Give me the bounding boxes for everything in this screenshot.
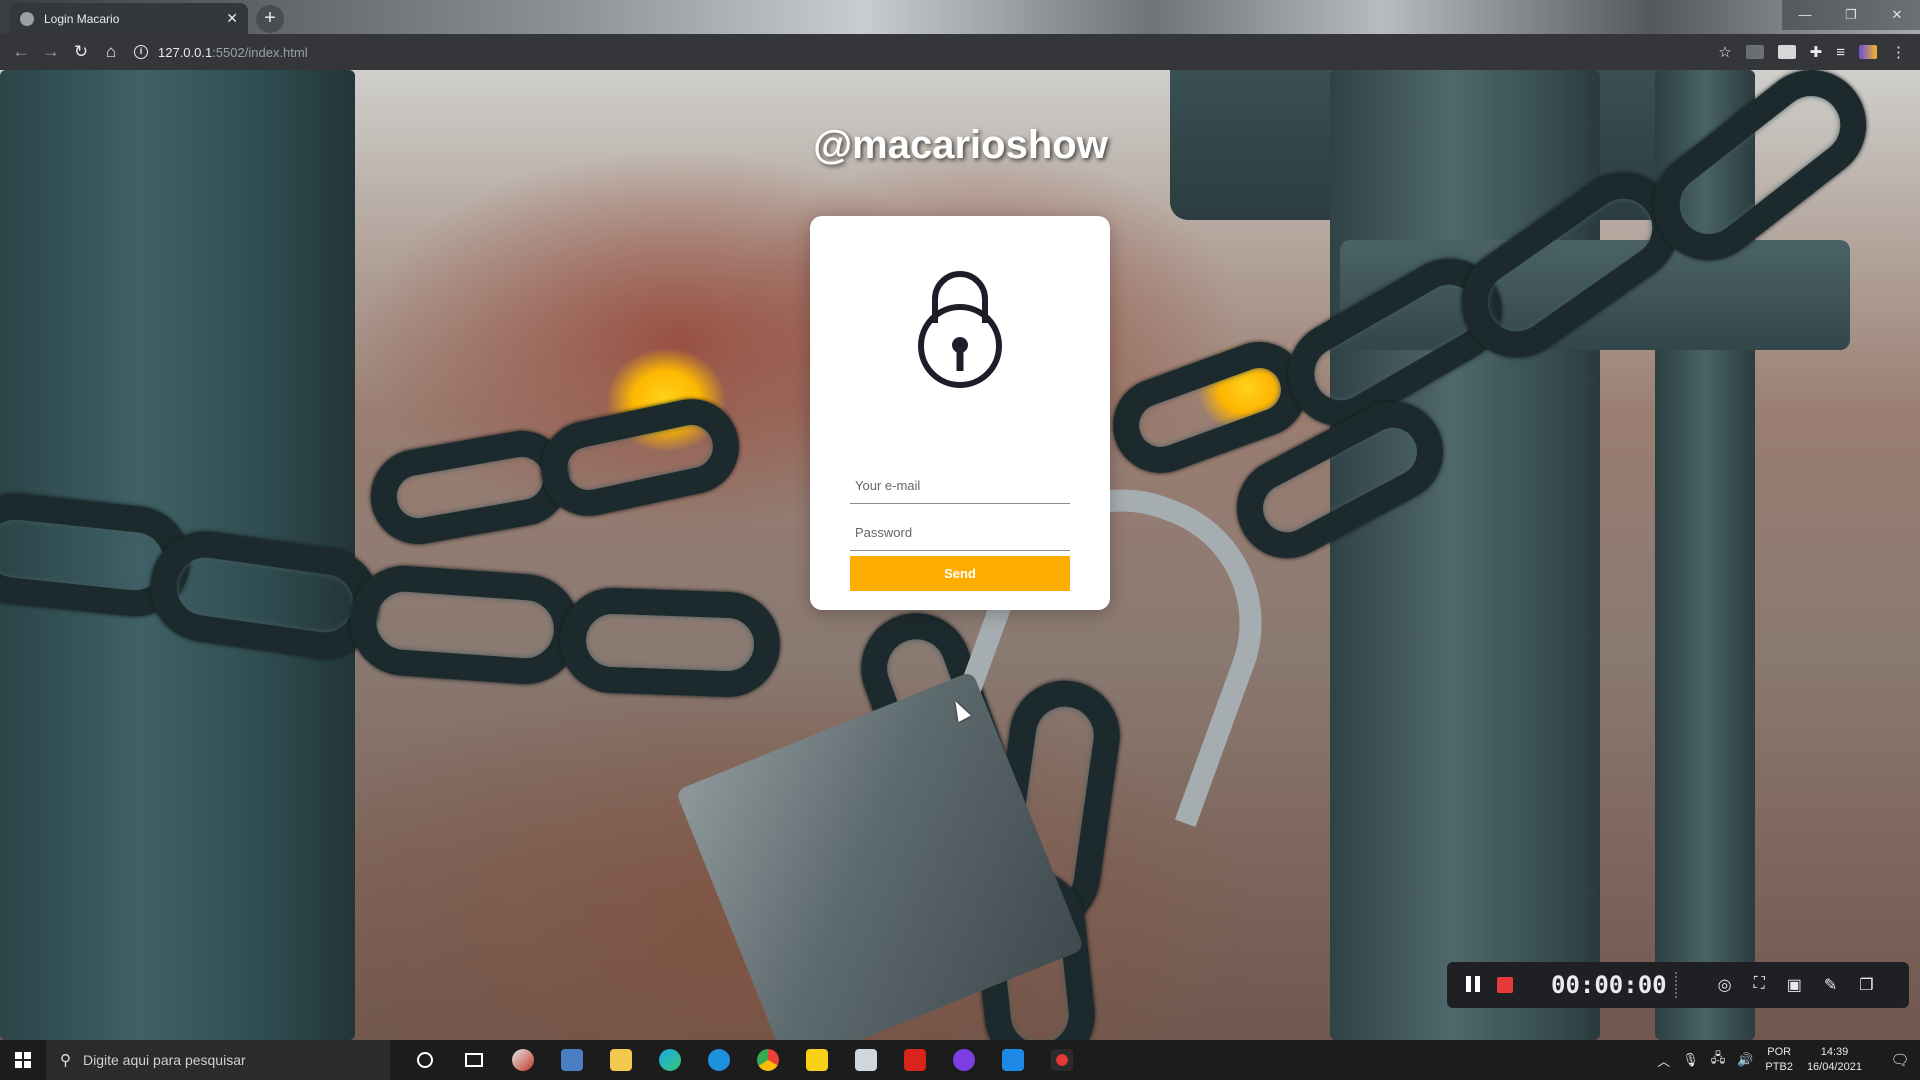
chrome-icon[interactable] xyxy=(743,1040,792,1080)
close-window-button[interactable]: ✕ xyxy=(1874,0,1920,30)
pause-icon[interactable] xyxy=(1463,976,1483,994)
brand-title: @macarioshow xyxy=(813,123,1108,167)
language-indicator[interactable]: POR PTB2 xyxy=(1765,1045,1793,1075)
cortana-icon[interactable] xyxy=(400,1040,449,1080)
chain-link xyxy=(558,586,782,699)
webcam-icon[interactable]: ◎ xyxy=(1718,975,1732,995)
microphone-icon[interactable]: 🎙 xyxy=(1682,1052,1699,1068)
extension-icon[interactable] xyxy=(1777,45,1796,59)
browser-toolbar: ← → ↻ ⌂ i 127.0.0.1 :5502/index.html ☆ ✚… xyxy=(0,34,1920,70)
back-icon[interactable]: ← xyxy=(6,42,36,62)
lock-icon xyxy=(918,271,1002,388)
url-host: 127.0.0.1 xyxy=(158,44,213,60)
profile-avatar[interactable] xyxy=(1859,45,1877,59)
url-path: :5502/index.html xyxy=(212,44,308,60)
recording-timer: 00:00:00 xyxy=(1551,971,1667,999)
password-field[interactable] xyxy=(850,515,1070,551)
fullscreen-icon[interactable]: ⛶ xyxy=(1754,975,1765,995)
home-icon[interactable]: ⌂ xyxy=(96,42,126,62)
edge-icon[interactable] xyxy=(645,1040,694,1080)
bookmark-star-icon[interactable]: ☆ xyxy=(1718,43,1731,61)
chain-link xyxy=(532,390,748,525)
internet-explorer-icon[interactable] xyxy=(694,1040,743,1080)
menu-kebab-icon[interactable]: ⋮ xyxy=(1891,43,1906,61)
taskbar-search[interactable]: ⚲ Digite aqui para pesquisar xyxy=(46,1040,390,1080)
calculator-icon[interactable] xyxy=(547,1040,596,1080)
stop-record-icon[interactable] xyxy=(1497,977,1513,993)
recorder-app-icon[interactable] xyxy=(1037,1040,1086,1080)
page-viewport: @macarioshow Send xyxy=(0,70,1920,1040)
address-bar[interactable]: i 127.0.0.1 :5502/index.html xyxy=(134,38,308,66)
extension-icon[interactable] xyxy=(1745,45,1764,59)
media-queue-icon[interactable]: ≡ xyxy=(1836,44,1845,61)
system-tray: ︿ 🎙 🖧 🔊 POR PTB2 14:39 16/04/2021 🗨 xyxy=(1657,1040,1920,1080)
send-button[interactable]: Send xyxy=(850,556,1070,591)
window-mode-icon[interactable]: ❐ xyxy=(1859,975,1873,995)
extensions-puzzle-icon[interactable]: ✚ xyxy=(1810,43,1823,61)
login-card: Send xyxy=(810,216,1110,610)
chevron-up-icon[interactable]: ︿ xyxy=(1657,1051,1670,1070)
app-icon[interactable] xyxy=(498,1040,547,1080)
forward-icon[interactable]: → xyxy=(36,42,66,62)
drag-handle[interactable] xyxy=(1674,972,1678,998)
clock-time: 14:39 xyxy=(1820,1046,1849,1058)
browser-tab[interactable]: Login Macario ✕ xyxy=(10,3,248,34)
acrobat-icon[interactable] xyxy=(890,1040,939,1080)
chain-link xyxy=(346,562,584,688)
new-tab-button[interactable]: + xyxy=(256,5,284,33)
keyboard-layout: PTB2 xyxy=(1765,1061,1793,1073)
search-icon: ⚲ xyxy=(60,1052,71,1069)
network-icon[interactable]: 🖧 xyxy=(1711,1049,1726,1071)
vscode-icon[interactable] xyxy=(988,1040,1037,1080)
windows-logo-icon xyxy=(15,1052,31,1068)
task-view-icon[interactable] xyxy=(449,1040,498,1080)
favicon-icon xyxy=(20,11,34,26)
volume-icon[interactable]: 🔊 xyxy=(1737,1052,1753,1068)
windows-taskbar: ⚲ Digite aqui para pesquisar ︿ 🎙 🖧 🔊 POR… xyxy=(0,1040,1920,1080)
sticky-notes-icon[interactable] xyxy=(792,1040,841,1080)
file-explorer-icon[interactable] xyxy=(596,1040,645,1080)
taskbar-clock[interactable]: 14:39 16/04/2021 xyxy=(1807,1045,1862,1075)
screen-recorder-widget: 00:00:00 ◎ ⛶ ▣ ✎ ❐ xyxy=(1447,962,1909,1008)
restore-button[interactable]: ❐ xyxy=(1828,0,1874,30)
clock-date: 16/04/2021 xyxy=(1806,1061,1862,1073)
site-info-icon[interactable]: i xyxy=(134,45,148,59)
email-field[interactable] xyxy=(850,468,1070,504)
minimize-button[interactable]: — xyxy=(1782,0,1828,30)
tab-title: Login Macario xyxy=(44,11,120,26)
search-placeholder: Digite aqui para pesquisar xyxy=(83,1052,246,1068)
camera-snapshot-icon[interactable]: ▣ xyxy=(1787,975,1802,995)
app-icon[interactable] xyxy=(841,1040,890,1080)
start-button[interactable] xyxy=(0,1040,46,1080)
close-tab-icon[interactable]: ✕ xyxy=(226,10,238,27)
pen-annotate-icon[interactable]: ✎ xyxy=(1824,975,1837,995)
tab-strip: Login Macario ✕ + — ❐ ✕ xyxy=(0,0,1920,34)
notification-icon[interactable]: 🗨 xyxy=(1880,1051,1920,1069)
language-code: POR xyxy=(1767,1046,1792,1058)
github-icon[interactable] xyxy=(939,1040,988,1080)
reload-icon[interactable]: ↻ xyxy=(66,42,96,62)
